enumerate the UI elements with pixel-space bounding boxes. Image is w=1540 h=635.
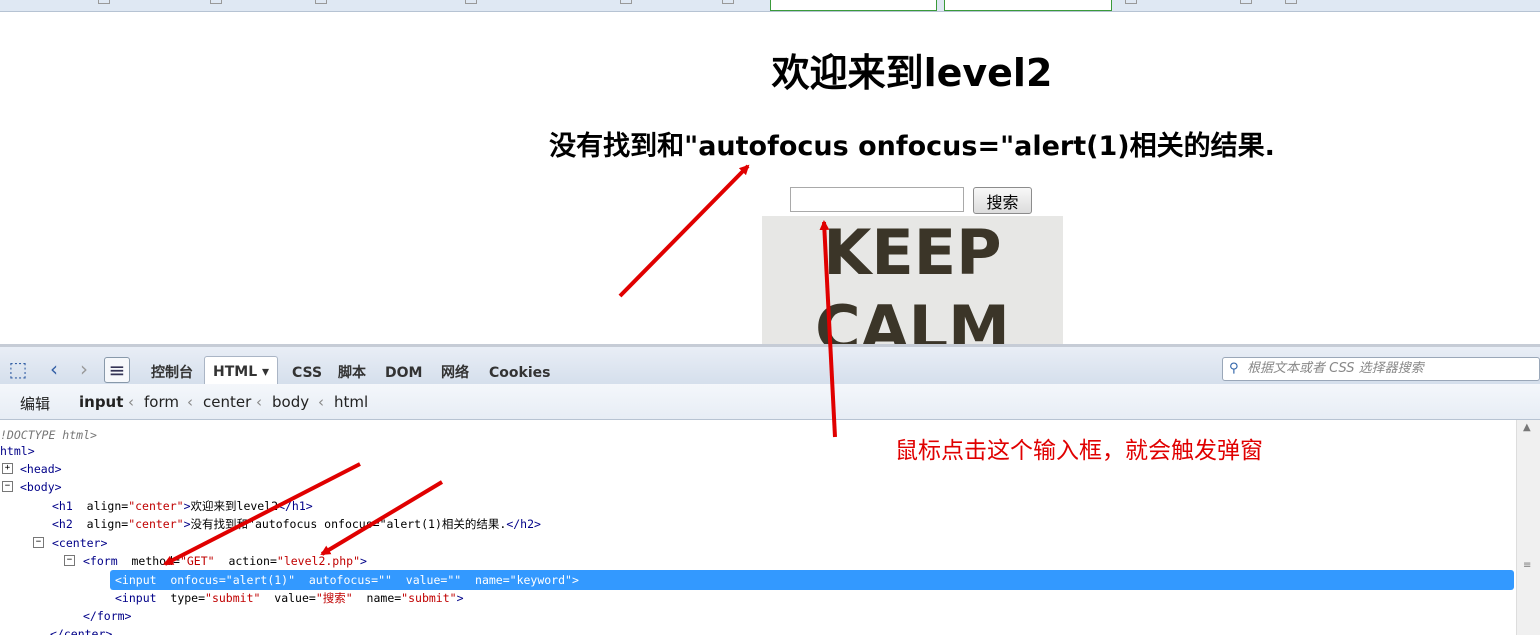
result-message: 没有找到和"autofocus onfocus="alert(1)相关的结果.	[549, 131, 1275, 162]
breadcrumb-html[interactable]: html	[334, 393, 368, 411]
tab-script[interactable]: 脚本	[338, 361, 366, 385]
tab-css[interactable]: CSS	[292, 361, 322, 385]
scroll-grip-icon[interactable]: ≡	[1523, 560, 1531, 571]
h1-close: </h1>	[278, 499, 313, 513]
tree-input-submit[interactable]: <input type="submit" value="搜索" name="su…	[115, 589, 464, 607]
h2-close: </h2>	[506, 517, 541, 531]
toolbar-icon[interactable]	[465, 0, 477, 4]
inspect-icon[interactable]: ⬚	[6, 357, 30, 381]
tab-dom[interactable]: DOM	[385, 361, 422, 385]
input2-name-val: "submit"	[401, 591, 457, 605]
chevron-down-icon: ▾	[262, 364, 270, 380]
toolbar-icon[interactable]	[1240, 0, 1252, 4]
command-line-icon[interactable]: ≡	[104, 357, 130, 383]
toolbar-icon[interactable]	[98, 0, 110, 4]
search-placeholder: 根据文本或者 CSS 选择器搜索	[1247, 361, 1424, 376]
breadcrumb-form[interactable]: form	[144, 393, 179, 411]
tab-net[interactable]: 网络	[441, 361, 469, 385]
h1-text: 欢迎来到level2	[190, 499, 279, 513]
input2-type-attr: type=	[170, 591, 206, 605]
breadcrumb-center[interactable]: center	[203, 393, 251, 411]
collapse-icon[interactable]: −	[33, 537, 44, 548]
h2-val: "center"	[128, 517, 184, 531]
input2-end: >	[456, 591, 464, 605]
expand-icon[interactable]: +	[2, 463, 13, 474]
tree-html[interactable]: html>	[0, 442, 35, 460]
annotation-text: 鼠标点击这个输入框，就会触发弹窗	[895, 438, 1263, 464]
tree-form-close[interactable]: </form>	[83, 607, 131, 625]
devtools-toolbar: ⬚ ‹ › ≡ 控制台 HTML ▾ CSS 脚本 DOM 网络 Cookies…	[0, 344, 1540, 388]
tree-center[interactable]: <center>	[52, 534, 107, 552]
html-tree: !DOCTYPE html> html> + <head> − <body> <…	[0, 420, 1516, 635]
collapse-icon[interactable]: −	[64, 555, 75, 566]
input2-value-val: "搜索"	[315, 591, 353, 605]
tree-head[interactable]: <head>	[20, 460, 62, 478]
form-tag: <form	[83, 554, 118, 568]
h1-val: "center"	[128, 499, 184, 513]
input2-value-attr: value=	[274, 591, 316, 605]
breadcrumb-input[interactable]: input	[79, 393, 123, 411]
tree-center-close[interactable]: </center>	[50, 625, 112, 635]
poster-line2: CALM	[815, 292, 1010, 344]
h1-attr: align=	[86, 499, 129, 513]
form-method-attr: method=	[131, 554, 180, 568]
toolbar-icon[interactable]	[1125, 0, 1137, 4]
toolbar-icon[interactable]	[1285, 0, 1297, 4]
toolbar-icon[interactable]	[315, 0, 327, 4]
h2-tag: <h2	[52, 517, 73, 531]
tree-h1[interactable]: <h1 align="center">欢迎来到level2</h1>	[52, 497, 313, 515]
forward-icon[interactable]: ›	[72, 357, 96, 381]
tab-console[interactable]: 控制台	[151, 361, 193, 385]
breadcrumb: 编辑 input ‹ form ‹ center ‹ body ‹ html	[0, 384, 1540, 420]
collapse-icon[interactable]: −	[2, 481, 13, 492]
toolbar-icon[interactable]	[722, 0, 734, 4]
tree-form[interactable]: <form method="GET" action="level2.php">	[83, 552, 367, 570]
devtools-search-input[interactable]: ⚲ 根据文本或者 CSS 选择器搜索	[1222, 357, 1540, 381]
breadcrumb-separator-icon: ‹	[187, 393, 193, 411]
edit-button[interactable]: 编辑	[20, 393, 50, 414]
back-icon[interactable]: ‹	[42, 357, 66, 381]
input2-type-val: "submit"	[205, 591, 261, 605]
breadcrumb-separator-icon: ‹	[318, 393, 324, 411]
scrollbar[interactable]: ▲ ≡	[1516, 420, 1540, 635]
form-method-val: "GET"	[179, 554, 215, 568]
keep-calm-image: KEEP CALM	[762, 216, 1063, 344]
poster-line1: KEEP	[823, 216, 1002, 289]
h2-text: 没有找到和"autofocus onfocus="alert(1)相关的结果.	[190, 517, 507, 531]
breadcrumb-separator-icon: ‹	[256, 393, 262, 411]
form-action-val: "level2.php"	[276, 554, 360, 568]
form-action-attr: action=	[228, 554, 277, 568]
input2-tag: <input	[115, 591, 157, 605]
form-end: >	[360, 554, 367, 568]
input2-name-attr: name=	[366, 591, 402, 605]
page-heading: 欢迎来到level2	[771, 51, 1053, 95]
browser-toolbar-strip	[0, 0, 1540, 12]
search-icon: ⚲	[1229, 361, 1239, 376]
h2-attr: align=	[86, 517, 129, 531]
search-button[interactable]: 搜索	[973, 187, 1032, 214]
rendered-page: 欢迎来到level2 没有找到和"autofocus onfocus="aler…	[0, 12, 1540, 344]
tree-body[interactable]: <body>	[20, 478, 62, 496]
tree-input-selected[interactable]: <input onfocus="alert(1)" autofocus="" v…	[115, 571, 579, 589]
tab-cookies[interactable]: Cookies	[489, 361, 550, 385]
h1-tag: <h1	[52, 499, 73, 513]
toolbar-field[interactable]	[944, 0, 1112, 11]
breadcrumb-separator-icon: ‹	[128, 393, 134, 411]
tab-html-label: HTML	[213, 364, 258, 380]
toolbar-icon[interactable]	[210, 0, 222, 4]
toolbar-icon[interactable]	[620, 0, 632, 4]
keyword-input[interactable]	[790, 187, 964, 212]
toolbar-field[interactable]	[770, 0, 937, 11]
breadcrumb-body[interactable]: body	[272, 393, 309, 411]
scroll-up-icon[interactable]: ▲	[1523, 422, 1531, 433]
tree-h2[interactable]: <h2 align="center">没有找到和"autofocus onfoc…	[52, 515, 541, 533]
devtools-panel: ⬚ ‹ › ≡ 控制台 HTML ▾ CSS 脚本 DOM 网络 Cookies…	[0, 344, 1540, 635]
